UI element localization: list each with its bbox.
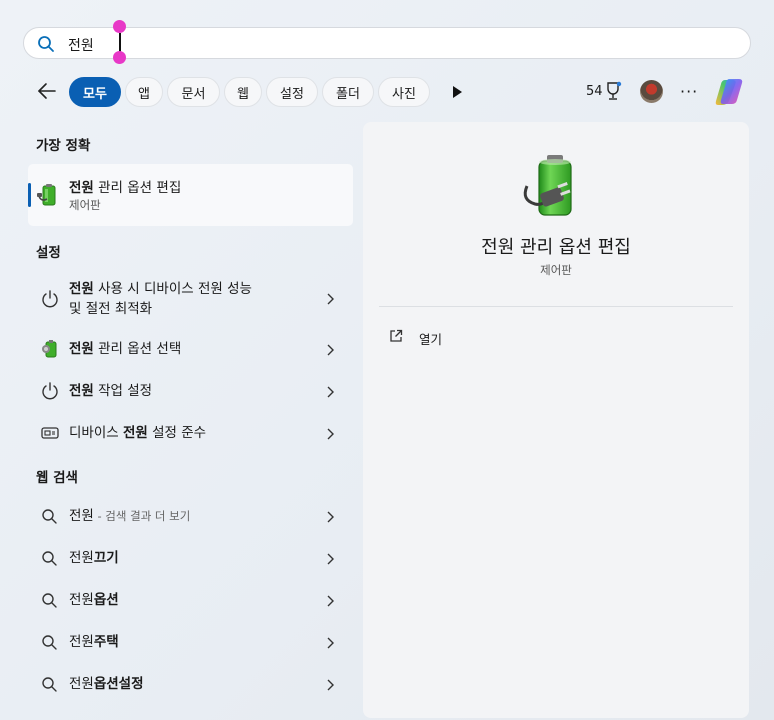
best-match-subtitle: 제어판 — [69, 198, 101, 212]
divider — [379, 306, 733, 307]
search-icon — [42, 509, 57, 524]
preview-subtitle: 제어판 — [540, 263, 572, 277]
search-icon — [38, 36, 54, 52]
section-best-match: 가장 정확 — [36, 138, 91, 154]
search-icon — [42, 593, 57, 608]
best-match-item[interactable]: 전원 관리 옵션 편집 제어판 — [28, 164, 353, 226]
settings-item-power-actions[interactable]: 전원 작업 설정 — [28, 381, 353, 403]
chevron-right-icon — [327, 679, 334, 691]
battery-plug-icon — [42, 340, 57, 358]
rewards-icon[interactable] — [604, 81, 622, 101]
filter-all[interactable]: 모두 — [69, 77, 121, 107]
settings-item-choose-power-plan[interactable]: 전원 관리 옵션 선택 — [28, 339, 353, 361]
filter-photos[interactable]: 사진 — [378, 77, 430, 107]
filter-apps[interactable]: 앱 — [125, 77, 163, 107]
settings-item-device-power-compliance[interactable]: 디바이스 전원 설정 준수 — [28, 423, 353, 445]
battery-plug-icon — [523, 155, 572, 216]
web-search-item[interactable]: 전원 - 검색 결과 더 보기 — [28, 506, 353, 528]
chevron-right-icon — [327, 553, 334, 565]
settings-item-label: 전원 사용 시 디바이스 전원 성능 및 절전 최적화 — [69, 281, 252, 317]
settings-item-label: 디바이스 전원 설정 준수 — [69, 425, 207, 441]
open-external-icon — [390, 329, 403, 342]
filter-folders[interactable]: 폴더 — [322, 77, 374, 107]
filter-documents[interactable]: 문서 — [167, 77, 220, 107]
search-icon — [42, 677, 57, 692]
web-search-label: 전원옵션설정 — [69, 676, 144, 692]
filter-web[interactable]: 웹 — [224, 77, 262, 107]
user-avatar[interactable] — [640, 80, 663, 103]
selection-indicator — [28, 183, 31, 207]
search-icon — [42, 551, 57, 566]
rewards-points[interactable]: 54 — [586, 84, 603, 99]
web-search-item[interactable]: 전원옵션설정 — [28, 674, 353, 696]
preview-panel: 전원 관리 옵션 편집 제어판 열기 — [363, 122, 749, 718]
open-action[interactable]: 열기 — [389, 327, 589, 347]
settings-item-label: 전원 관리 옵션 선택 — [69, 341, 182, 357]
play-more-filters-icon[interactable] — [450, 84, 464, 100]
web-search-label: 전원옵션 — [69, 592, 119, 608]
filter-settings[interactable]: 설정 — [266, 77, 318, 107]
search-box[interactable]: 전원 — [23, 20, 751, 64]
selection-handle-bottom[interactable] — [113, 51, 126, 64]
chevron-right-icon — [327, 595, 334, 607]
web-search-label: 전원 - 검색 결과 더 보기 — [69, 508, 191, 524]
chevron-right-icon — [327, 428, 334, 440]
selection-handle-top[interactable] — [113, 20, 126, 33]
power-icon — [42, 382, 58, 400]
web-search-item[interactable]: 전원주택 — [28, 632, 353, 654]
web-search-item[interactable]: 전원옵션 — [28, 590, 353, 612]
search-icon — [42, 635, 57, 650]
web-search-item[interactable]: 전원끄기 — [28, 548, 353, 570]
more-options-icon[interactable]: ··· — [680, 82, 698, 101]
back-arrow-icon[interactable] — [36, 80, 58, 102]
open-label: 열기 — [419, 332, 443, 347]
power-icon — [42, 290, 58, 308]
chevron-right-icon — [327, 344, 334, 356]
section-web-search: 웹 검색 — [36, 470, 78, 486]
section-settings: 설정 — [36, 245, 61, 261]
copilot-icon[interactable] — [713, 77, 745, 107]
best-match-title: 전원 관리 옵션 편집 — [69, 180, 182, 196]
settings-item-power-performance[interactable]: 전원 사용 시 디바이스 전원 성능 및 절전 최적화 — [28, 279, 353, 321]
chevron-right-icon — [327, 293, 334, 305]
web-search-label: 전원주택 — [69, 634, 119, 650]
chevron-right-icon — [327, 511, 334, 523]
device-power-icon — [41, 427, 59, 439]
chevron-right-icon — [327, 637, 334, 649]
web-search-label: 전원끄기 — [69, 550, 119, 566]
settings-item-label: 전원 작업 설정 — [69, 383, 153, 399]
chevron-right-icon — [327, 386, 334, 398]
preview-title: 전원 관리 옵션 편집 — [481, 237, 631, 258]
search-input[interactable]: 전원 — [68, 35, 94, 55]
battery-plug-icon — [37, 184, 56, 206]
